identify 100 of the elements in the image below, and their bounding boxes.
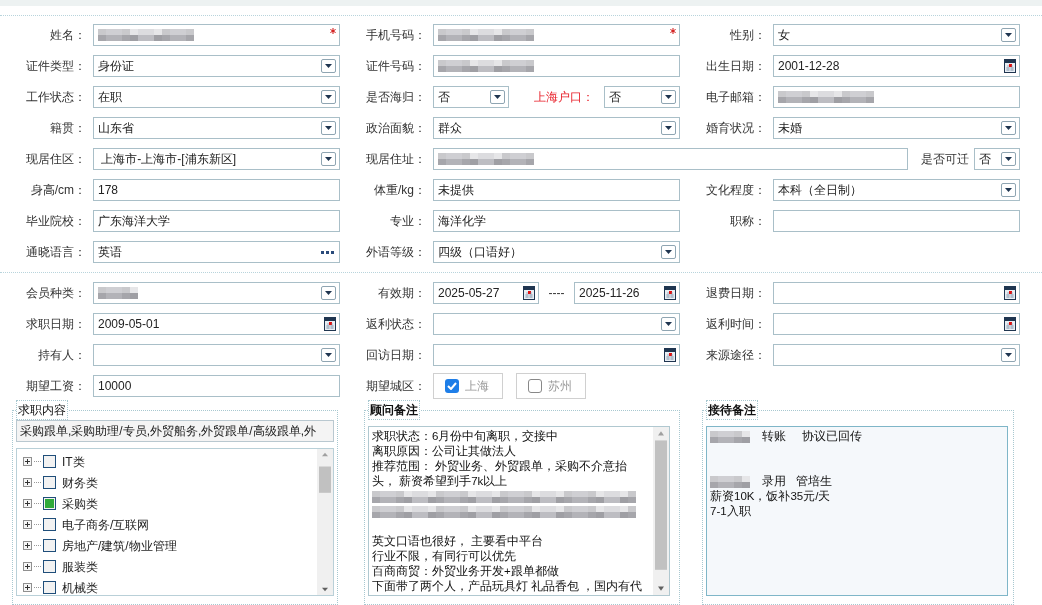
- tree-item[interactable]: 房地产/建筑/物业管理: [62, 536, 177, 555]
- scrollbar[interactable]: [317, 449, 333, 595]
- field-label: 工作状态：: [25, 89, 86, 106]
- field-label: 回访日期：: [365, 347, 426, 364]
- calendar-icon[interactable]: [664, 348, 676, 362]
- calendar-icon[interactable]: [1004, 59, 1016, 73]
- date-field[interactable]: 2025-11-26: [574, 282, 680, 304]
- checkbox[interactable]: [43, 476, 56, 489]
- text-field[interactable]: [433, 148, 908, 170]
- dropdown[interactable]: 身份证: [93, 55, 340, 77]
- field-label: 姓名：: [49, 27, 86, 44]
- dropdown[interactable]: 未婚: [773, 117, 1020, 139]
- job-summary-field[interactable]: 采购跟单,采购助理/专员,外贸船务,外贸跟单/高级跟单,外: [16, 420, 334, 442]
- date-field[interactable]: [433, 344, 680, 366]
- dropdown[interactable]: 四级（口语好）: [433, 241, 680, 263]
- date-field[interactable]: 2025-05-27: [433, 282, 539, 304]
- text-field[interactable]: [773, 86, 1020, 108]
- field-label: 求职日期：: [25, 316, 86, 333]
- note-line: 推荐范围： 外贸业务、外贸跟单，采购不介意抬: [372, 459, 628, 474]
- date-field[interactable]: [773, 313, 1020, 335]
- expand-icon[interactable]: [23, 562, 32, 571]
- checkbox[interactable]: [528, 379, 542, 393]
- dropdown[interactable]: 本科（全日制）: [773, 179, 1020, 201]
- panel-title: 顾问备注: [368, 400, 420, 420]
- field-label: 手机号码：: [365, 27, 426, 44]
- checkbox[interactable]: [43, 455, 56, 468]
- checkbox[interactable]: [43, 497, 56, 510]
- dropdown[interactable]: 女: [773, 24, 1020, 46]
- dropdown[interactable]: 否: [433, 86, 509, 108]
- note-line: 百商商贸：外贸业务开发+跟单都做: [372, 564, 559, 579]
- text-field[interactable]: [433, 24, 680, 46]
- dropdown[interactable]: 山东省: [93, 117, 340, 139]
- field-label: 现居住区：: [25, 151, 86, 168]
- scrollbar[interactable]: [653, 427, 669, 595]
- expand-icon[interactable]: [23, 520, 32, 529]
- note-line: 行业不限，有同行可以优先: [372, 549, 516, 564]
- field-label: 身高/cm：: [29, 182, 86, 199]
- field-label: 出生日期：: [705, 58, 766, 75]
- note-line: 求职状态：6月份中旬离职，交接中: [372, 429, 559, 444]
- date-field[interactable]: 2001-12-28: [773, 55, 1020, 77]
- field-label: 现居住址：: [365, 151, 426, 168]
- dropdown[interactable]: 在职: [93, 86, 340, 108]
- tree-item[interactable]: 服装类: [62, 557, 98, 576]
- text-field[interactable]: [93, 24, 340, 46]
- date-field[interactable]: [773, 282, 1020, 304]
- checkbox[interactable]: [445, 379, 459, 393]
- notes-field[interactable]: 转账 协议已回传 录用 管培生 薪资10K，饭补35元/天 7-1入职: [706, 426, 1008, 596]
- more-icon[interactable]: [321, 250, 334, 254]
- field-label: 毕业院校：: [25, 213, 86, 230]
- dropdown[interactable]: 上海市-上海市-[浦东新区]: [93, 148, 340, 170]
- blurred-text: [710, 475, 750, 488]
- text-field[interactable]: 178: [93, 179, 340, 201]
- dropdown[interactable]: 否: [974, 148, 1020, 170]
- tree-item[interactable]: 采购类: [62, 494, 98, 513]
- field-label: 期望工资：: [25, 378, 86, 395]
- field-label: 持有人：: [37, 347, 86, 364]
- field-label: 通晓语言：: [25, 244, 86, 261]
- field-label: 是否可迁: [921, 151, 969, 168]
- text-field[interactable]: 海洋化学: [433, 210, 680, 232]
- field-label: 期望城区：: [365, 378, 426, 395]
- calendar-icon[interactable]: [664, 286, 676, 300]
- calendar-icon[interactable]: [1004, 286, 1016, 300]
- calendar-icon[interactable]: [1004, 317, 1016, 331]
- field-label: 返利状态：: [365, 316, 426, 333]
- expand-icon[interactable]: [23, 499, 32, 508]
- calendar-icon[interactable]: [324, 317, 336, 331]
- field-label: 会员种类：: [25, 285, 86, 302]
- tree-item[interactable]: 机械类: [62, 578, 98, 597]
- tree-item[interactable]: 电子商务/互联网: [62, 515, 150, 534]
- expand-icon[interactable]: [23, 583, 32, 592]
- text-field[interactable]: 广东海洋大学: [93, 210, 340, 232]
- field-label: 返利时间：: [705, 316, 766, 333]
- notes-field[interactable]: 求职状态：6月份中旬离职，交接中 离职原因：公司让其做法人 推荐范围： 外贸业务、外贸跟单，采购不介意抬 头， 薪资希望到手7k以上 英文口语也很好， 主要看中平台 行业不限，有同行可以优先 百商商贸：外贸业务开发+跟单都做 下面带了两个人，产品玩具灯 礼品香包 ，国内有代: [368, 426, 670, 596]
- tree-item[interactable]: 财务类: [62, 473, 98, 492]
- date-field[interactable]: 2009-05-01: [93, 313, 340, 335]
- tree-item[interactable]: IT类: [62, 452, 85, 471]
- field-label: 退费日期：: [705, 285, 766, 302]
- text-field[interactable]: 10000: [93, 375, 340, 397]
- note-line: 7-1入职: [710, 504, 751, 519]
- field-label: 政治面貌：: [365, 120, 426, 137]
- checkbox[interactable]: [43, 581, 56, 594]
- expand-icon[interactable]: [23, 541, 32, 550]
- text-field[interactable]: 未提供: [433, 179, 680, 201]
- field-label: 籍贯：: [49, 120, 86, 137]
- dropdown[interactable]: 群众: [433, 117, 680, 139]
- dropdown[interactable]: 否: [604, 86, 680, 108]
- text-field[interactable]: [773, 210, 1020, 232]
- lookup-field[interactable]: 英语: [93, 241, 340, 263]
- field-label: 来源途径：: [705, 347, 766, 364]
- checkbox[interactable]: [43, 518, 56, 531]
- range-separator: ----: [547, 285, 566, 302]
- note-line: 转账 协议已回传: [762, 429, 862, 444]
- blurred-text: [710, 430, 750, 443]
- expand-icon[interactable]: [23, 478, 32, 487]
- checkbox[interactable]: [43, 539, 56, 552]
- expand-icon[interactable]: [23, 457, 32, 466]
- calendar-icon[interactable]: [523, 286, 535, 300]
- text-field[interactable]: [433, 55, 680, 77]
- field-label: 证件号码：: [365, 58, 426, 75]
- checkbox[interactable]: [43, 560, 56, 573]
